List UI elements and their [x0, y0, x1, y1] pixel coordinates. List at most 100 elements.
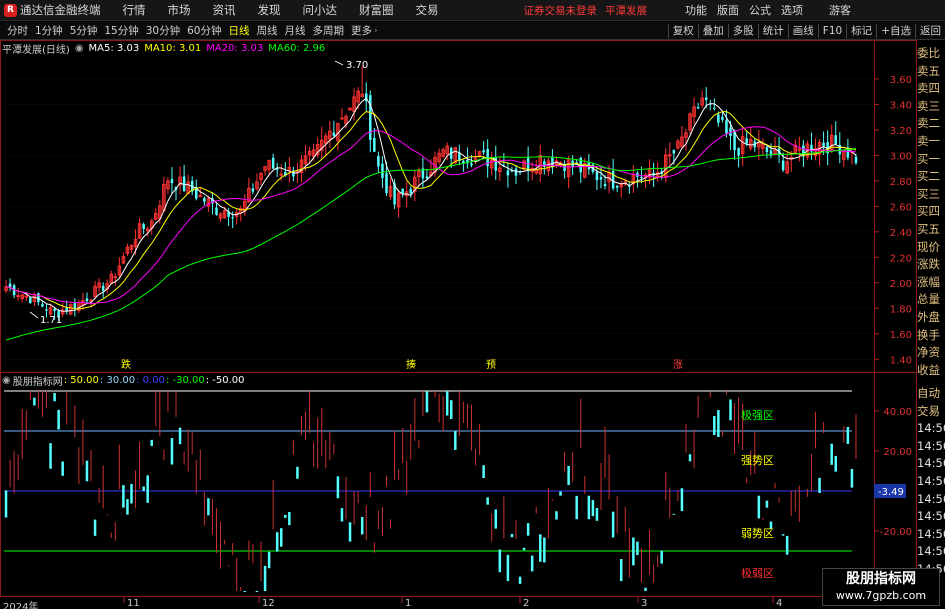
price-axis: 3.60 3.40 3.20 3.00 2.80 2.60 2.40 2.20 2.00 1.80… [874, 75, 912, 366]
x-label-dec: 12 [262, 598, 275, 609]
price-tick-label: 2.20 [890, 253, 912, 264]
candle-body-down [53, 308, 56, 311]
indicator-bar-down [688, 454, 692, 462]
indicator-bar-down [284, 514, 287, 518]
indicator-bar-down [449, 400, 453, 420]
signal-label-yu: 预 [486, 359, 496, 371]
indicator-tick-label: 20.00 [883, 447, 912, 458]
candle-body-down [725, 120, 728, 134]
tick-trade[interactable]: 交易 [917, 403, 945, 421]
candle-body-down [721, 116, 724, 120]
low-price-pointer [29, 311, 39, 319]
indicator-bar-down [494, 509, 498, 529]
watermark: 股朋指标网 www.7gpzb.com [822, 568, 940, 606]
indicator-bar-down [255, 591, 259, 592]
signal-label-zhang: 涨 [673, 359, 683, 371]
indicator-bar-down [567, 465, 570, 486]
candle-body-down [377, 156, 380, 167]
ma5-line [5, 97, 857, 312]
indicator-bar-down [33, 397, 36, 406]
indicator-bar-down [587, 495, 591, 520]
candle-body-down [85, 298, 89, 302]
indicator-bar-down [340, 508, 344, 522]
low-price-label: 1.71 [40, 315, 62, 326]
indicator-bar-down [85, 460, 89, 482]
price-tick-label: 2.60 [890, 202, 912, 213]
indicator-bar-down [4, 490, 8, 518]
candle-body-down [834, 135, 837, 145]
price-tick-label: 2.00 [890, 279, 912, 290]
candle-body-down [170, 179, 174, 184]
legend-toggle-icon[interactable]: ◉ [75, 43, 84, 54]
indicator-legend: ◉ 股朋指标网 : 50.00 : 30.00 : 0.00 : -30.00 … [2, 373, 250, 388]
indicator-bar-down [296, 466, 299, 479]
indicator-bar-down [49, 443, 52, 469]
indicator-bar-down [348, 522, 352, 542]
indicator-bar-down [510, 533, 514, 538]
high-price-pointer [334, 60, 344, 66]
candle-body-down [41, 304, 44, 307]
indicator-bar-down [543, 537, 546, 563]
legend-ma10: MA10: 3.01 [144, 42, 202, 54]
indicator-bar-down [830, 443, 833, 465]
price-tick-label: 1.80 [890, 304, 912, 315]
x-label-jan: 1 [405, 598, 412, 609]
indicator-toggle-icon[interactable]: ◉ [2, 375, 11, 386]
legend-ma5: MA5: 3.03 [88, 42, 140, 54]
indicator-bar-down [522, 547, 526, 551]
price-tick-label: 1.60 [890, 330, 912, 341]
indicator-bar-down [591, 500, 595, 517]
quote-sell2: 卖二 [917, 116, 940, 131]
quote-panel: 委比 卖五 卖四 卖三 卖二 卖一 买一 买二 买三 买四 买五 现价 涨跌 涨… [917, 45, 945, 379]
quote-weibi: 委比 [917, 46, 940, 60]
legend-ma60: MA60: 2.96 [268, 42, 326, 54]
indicator-bar-down [729, 399, 732, 421]
quote-sell1: 卖一 [917, 133, 940, 148]
candle-body-down [29, 297, 32, 304]
candle-body-down [672, 149, 676, 154]
tick-auto[interactable]: 自动 [917, 385, 945, 403]
indicator-bar-down [482, 465, 485, 479]
indicator-bar-down [526, 523, 530, 536]
quote-buy1: 买一 [917, 151, 940, 166]
indicator-bar-down [539, 534, 542, 562]
price-tick-label: 2.40 [890, 228, 912, 239]
indicator-bar-down [575, 495, 578, 520]
indicator-bar-down [360, 516, 364, 535]
quote-outer-volume: 外盘 [917, 309, 940, 324]
legend-level-neg50: : -50.00 [205, 374, 245, 386]
indicator-bar-down [336, 476, 340, 499]
indicator-bar-down [619, 559, 623, 582]
zone-strong: 强势区 [741, 454, 774, 467]
indicator-bar-down [126, 499, 129, 515]
indicator-bar-down [757, 495, 761, 519]
quote-buy4: 买四 [917, 204, 940, 219]
candle-body-down [101, 285, 105, 291]
indicator-bar-down [267, 551, 271, 569]
indicator-bar-down [425, 391, 429, 413]
quote-sell3: 卖三 [917, 98, 940, 113]
price-tick-label: 3.60 [890, 75, 912, 86]
chart-canvas[interactable]: 3.60 3.40 3.20 3.00 2.80 2.60 2.40 2.20 2.00 1.80… [0, 0, 945, 609]
indicator-bar-down [846, 427, 850, 444]
indicator-bar-down [660, 550, 663, 564]
indicator-bar-down [611, 511, 615, 538]
indicator-bar-down [518, 576, 522, 584]
main-chart-title: 平潭发展(日线) [2, 44, 70, 56]
price-tick-label: 3.00 [890, 151, 912, 162]
indicator-bar-down [717, 410, 720, 437]
indicator-bar-down [781, 534, 785, 536]
indicator-bar-down [275, 532, 279, 552]
tick-time: 14:56 [917, 473, 945, 488]
indicator-bar-down [713, 416, 716, 435]
zone-weak: 弱势区 [741, 527, 774, 540]
ma20-line [5, 126, 857, 305]
candle-body-down [385, 173, 388, 194]
indicator-bar-down [506, 554, 510, 581]
indicator-bar-down [130, 483, 133, 504]
tick-time: 14:56 [917, 491, 945, 506]
candle-body-down [231, 217, 234, 219]
candle-body-down [781, 160, 785, 171]
candle-body-up [668, 154, 672, 157]
candle-body-down [696, 107, 700, 109]
